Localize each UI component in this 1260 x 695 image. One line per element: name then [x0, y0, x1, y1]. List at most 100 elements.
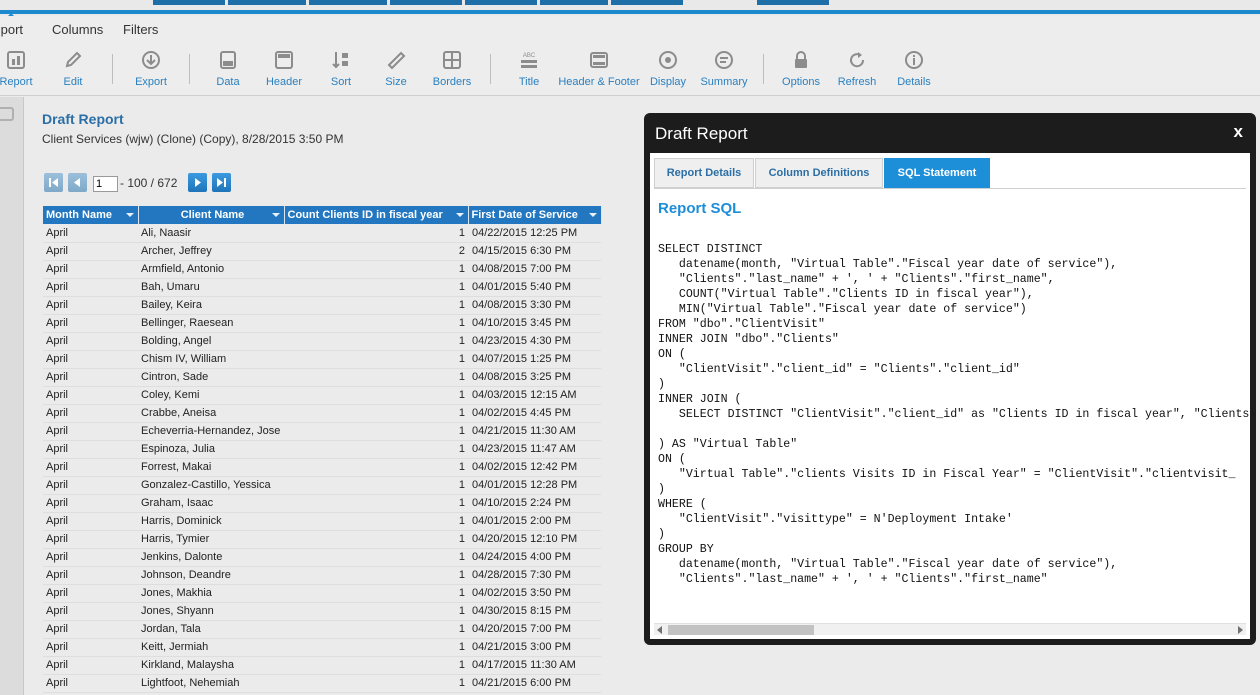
table-row[interactable]: April Keitt, Jermiah 1 04/21/2015 3:00 PM: [43, 638, 601, 657]
top-tab-segment[interactable]: [465, 0, 537, 5]
next-page-button[interactable]: [188, 173, 207, 192]
toolbar-display-button[interactable]: Display: [649, 50, 687, 88]
column-header-client[interactable]: Client Name: [138, 206, 285, 224]
table-row[interactable]: April Bellinger, Raesean 1 04/10/2015 3:45 …: [43, 314, 601, 333]
table-row[interactable]: April Bailey, Keira 1 04/08/2015 3:30 PM: [43, 296, 601, 315]
table-row[interactable]: April Forrest, Makai 1 04/02/2015 12:42 PM: [43, 458, 601, 477]
cell-client-name: Lightfoot, Nehemiah: [138, 674, 284, 693]
last-page-button[interactable]: [212, 173, 231, 192]
scroll-right-icon[interactable]: [1238, 626, 1243, 634]
cell-client-name: Keitt, Jermiah: [138, 638, 284, 657]
column-menu-icon[interactable]: [125, 213, 134, 217]
table-row[interactable]: April Kirkland, Malaysha 1 04/17/2015 11:30…: [43, 656, 601, 675]
toolbar-title-button[interactable]: ABC Title: [514, 50, 544, 88]
accent-bar: [0, 10, 1260, 14]
table-row[interactable]: April Harris, Dominick 1 04/01/2015 2:00 PM: [43, 512, 601, 531]
toolbar-borders-button[interactable]: Borders: [431, 50, 473, 88]
cell-count: 1: [284, 620, 468, 639]
cell-first-date: 04/20/2015 7:00 PM: [468, 620, 601, 639]
menu-report[interactable]: Report: [0, 22, 23, 37]
table-row[interactable]: April Jenkins, Dalonte 1 04/24/2015 4:00 PM: [43, 548, 601, 567]
table-row[interactable]: April Harris, Tymier 1 04/20/2015 12:10 PM: [43, 530, 601, 549]
toolbar-summary-button[interactable]: Summary: [700, 50, 748, 88]
cell-first-date: 04/21/2015 6:00 PM: [468, 674, 601, 693]
toolbar-divider: [189, 54, 190, 84]
prev-page-button[interactable]: [68, 173, 87, 192]
scrollbar-thumb[interactable]: [668, 625, 814, 635]
cell-month: April: [43, 440, 138, 459]
table-row[interactable]: April Crabbe, Aneisa 1 04/02/2015 4:45 PM: [43, 404, 601, 423]
page-number-input[interactable]: [93, 176, 118, 192]
cell-count: 1: [284, 638, 468, 657]
top-tab-segment[interactable]: [390, 0, 462, 5]
cell-client-name: Echeverria-Hernandez, Jose: [138, 422, 284, 441]
scroll-left-icon[interactable]: [657, 626, 662, 634]
table-row[interactable]: April Jones, Makhia 1 04/02/2015 3:50 PM: [43, 584, 601, 603]
toolbar-report-label: Report: [0, 76, 33, 88]
toolbar-options-button[interactable]: Options: [780, 50, 822, 88]
toolbar-size-button[interactable]: Size: [381, 50, 411, 88]
tab-column-definitions[interactable]: Column Definitions: [755, 158, 883, 188]
tab-report-details[interactable]: Report Details: [654, 158, 754, 188]
column-header-first-date[interactable]: First Date of Service: [468, 206, 602, 224]
report-subtitle: Client Services (wjw) (Clone) (Copy), 8/…: [42, 132, 344, 146]
menu-columns[interactable]: Columns: [52, 22, 103, 37]
toolbar-report-button[interactable]: Report: [0, 50, 36, 88]
table-row[interactable]: April Armfield, Antonio 1 04/08/2015 7:00 P…: [43, 260, 601, 279]
table-row[interactable]: April Lightfoot, Nehemiah 1 04/21/2015 6:00…: [43, 674, 601, 693]
top-tab-segment[interactable]: [228, 0, 306, 5]
cell-count: 1: [284, 368, 468, 387]
column-header-month[interactable]: Month Name: [43, 206, 139, 224]
table-row[interactable]: April Graham, Isaac 1 04/10/2015 2:24 PM: [43, 494, 601, 513]
table-row[interactable]: April Jones, Shyann 1 04/30/2015 8:15 PM: [43, 602, 601, 621]
tab-sql-statement[interactable]: SQL Statement: [884, 158, 990, 188]
top-tab-segment[interactable]: [611, 0, 683, 5]
table-row[interactable]: April Bah, Umaru 1 04/01/2015 5:40 PM: [43, 278, 601, 297]
close-icon[interactable]: x: [1234, 122, 1243, 142]
top-tab-segment[interactable]: [309, 0, 387, 5]
column-menu-icon[interactable]: [455, 213, 464, 217]
toolbar-details-button[interactable]: Details: [895, 50, 933, 88]
borders-icon: [443, 51, 461, 69]
table-row[interactable]: April Cintron, Sade 1 04/08/2015 3:25 PM: [43, 368, 601, 387]
top-tab-segment[interactable]: [540, 0, 608, 5]
table-row[interactable]: April Bolding, Angel 1 04/23/2015 4:30 PM: [43, 332, 601, 351]
cell-first-date: 04/02/2015 12:42 PM: [468, 458, 601, 477]
column-menu-icon[interactable]: [588, 213, 597, 217]
cell-month: April: [43, 602, 138, 621]
table-row[interactable]: April Gonzalez-Castillo, Yessica 1 04/01/20…: [43, 476, 601, 495]
table-row[interactable]: April Coley, Kemi 1 04/03/2015 12:15 AM: [43, 386, 601, 405]
folder-icon[interactable]: [0, 107, 14, 121]
table-row[interactable]: April Echeverria-Hernandez, Jose 1 04/21/20…: [43, 422, 601, 441]
toolbar-header-button[interactable]: Header: [264, 50, 304, 88]
horizontal-scrollbar[interactable]: [654, 623, 1246, 635]
cell-first-date: 04/24/2015 4:00 PM: [468, 548, 601, 567]
toolbar-sort-button[interactable]: Sort: [324, 50, 358, 88]
table-row[interactable]: April Archer, Jeffrey 2 04/15/2015 6:30 PM: [43, 242, 601, 261]
table-row[interactable]: April Jordan, Tala 1 04/20/2015 7:00 PM: [43, 620, 601, 639]
lock-icon: [795, 51, 807, 68]
toolbar-edit-button[interactable]: Edit: [58, 50, 88, 88]
toolbar-borders-label: Borders: [432, 76, 472, 88]
toolbar-header-footer-button[interactable]: Header & Footer: [558, 50, 640, 88]
table-row[interactable]: April Chism IV, William 1 04/07/2015 1:25 P…: [43, 350, 601, 369]
toolbar-refresh-button[interactable]: Refresh: [836, 50, 878, 88]
left-panel-collapsed[interactable]: [0, 97, 24, 695]
first-page-button[interactable]: [44, 173, 63, 192]
display-icon: [659, 51, 677, 69]
table-row[interactable]: April Espinoza, Julia 1 04/23/2015 11:47 AM: [43, 440, 601, 459]
toolbar-divider: [112, 54, 113, 84]
table-row[interactable]: April Ali, Naasir 1 04/22/2015 12:25 PM: [43, 224, 601, 243]
toolbar-edit-label: Edit: [63, 76, 83, 88]
cell-month: April: [43, 584, 138, 603]
column-header-count[interactable]: Count Clients ID in fiscal year: [284, 206, 469, 224]
column-menu-icon[interactable]: [271, 213, 280, 217]
top-tab-segment[interactable]: [757, 0, 829, 5]
toolbar-data-button[interactable]: Data: [210, 50, 246, 88]
table-row[interactable]: April Johnson, Deandre 1 04/28/2015 7:30 PM: [43, 566, 601, 585]
top-tab-segment[interactable]: [153, 0, 225, 5]
cell-month: April: [43, 350, 138, 369]
menu-filters[interactable]: Filters: [123, 22, 158, 37]
toolbar-export-button[interactable]: Export: [131, 50, 171, 88]
svg-text:ABC: ABC: [523, 53, 536, 59]
